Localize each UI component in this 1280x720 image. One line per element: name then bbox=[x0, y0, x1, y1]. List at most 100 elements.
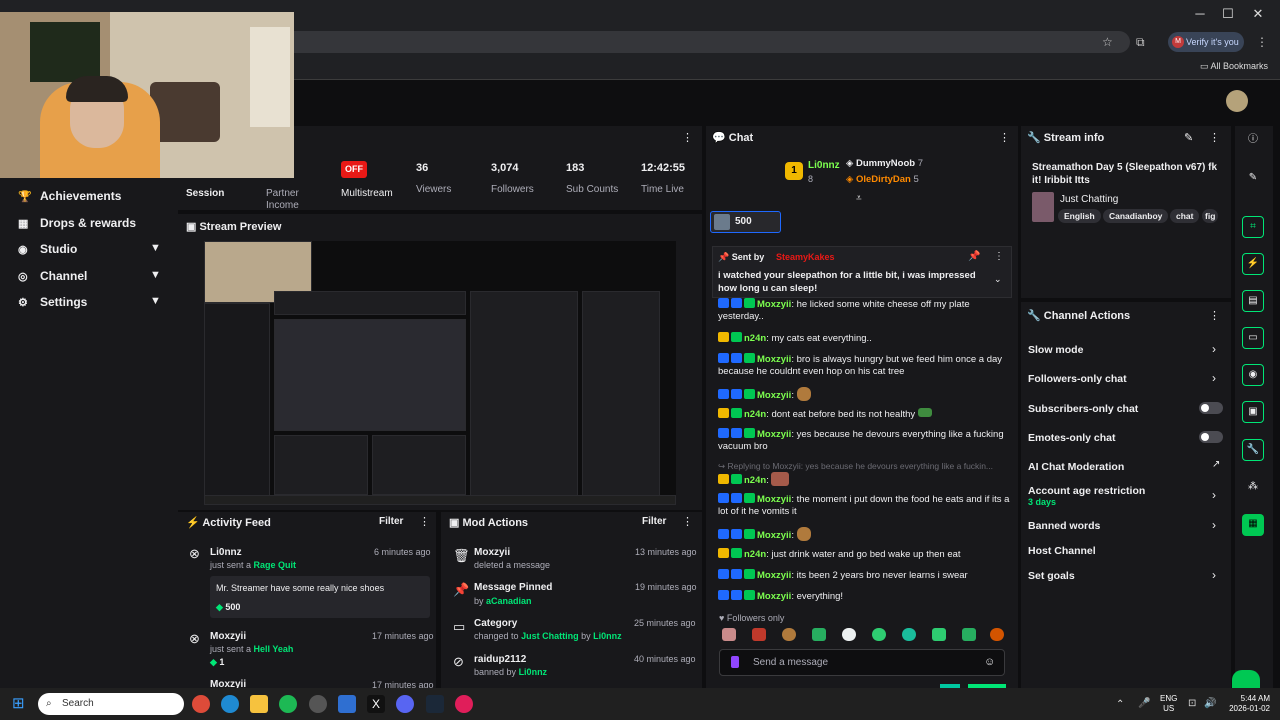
ai-chat-moderation-action[interactable]: AI Chat Moderation bbox=[1028, 461, 1124, 473]
emote-icon[interactable] bbox=[902, 628, 916, 641]
emote-icon[interactable] bbox=[872, 628, 886, 641]
steam-icon[interactable] bbox=[426, 695, 444, 713]
chat-message[interactable]: n24n: just drink water and go bed wake u… bbox=[718, 548, 1013, 561]
emote-icon[interactable] bbox=[842, 628, 856, 641]
banned-words-action[interactable]: Banned words bbox=[1028, 520, 1100, 532]
chat-bubble-icon[interactable]: ▭ bbox=[1242, 327, 1264, 349]
assistant-icon[interactable] bbox=[1232, 670, 1260, 690]
more-options-icon[interactable]: ⋮ bbox=[1209, 131, 1220, 144]
taskbar-search[interactable]: ⌕ Search bbox=[38, 693, 184, 715]
bits-icon[interactable] bbox=[731, 656, 739, 668]
bolt-icon[interactable]: ⚡ bbox=[1242, 253, 1264, 275]
chat-message[interactable]: n24n: my cats eat everything.. bbox=[718, 332, 1013, 345]
chevron-down-icon[interactable]: ▼ bbox=[150, 269, 161, 281]
chat-username[interactable]: n24n bbox=[744, 333, 766, 344]
sidebar-item-drops[interactable]: ▦ Drops & rewards bbox=[18, 214, 136, 232]
chat-username[interactable]: Moxzyii bbox=[757, 354, 791, 365]
broadcast-icon[interactable]: ◉ bbox=[1242, 364, 1264, 386]
chat-username[interactable]: Moxzyii bbox=[757, 530, 791, 541]
leaderboard-first-name[interactable]: Li0nnz bbox=[808, 160, 840, 171]
activity-user[interactable]: Moxzyii bbox=[210, 631, 246, 642]
tag-fig[interactable]: fig bbox=[1202, 209, 1219, 223]
emote-icon[interactable] bbox=[782, 628, 796, 641]
pinned-user[interactable]: SteamyKakes bbox=[776, 252, 835, 262]
obs-icon[interactable] bbox=[309, 695, 327, 713]
windows-start-icon[interactable]: ⊞ bbox=[12, 696, 30, 712]
chat-message[interactable]: Moxzyii: bbox=[718, 387, 1013, 402]
stream-preview-video[interactable] bbox=[204, 241, 676, 505]
wrench-icon[interactable]: 🔧 bbox=[1242, 439, 1264, 461]
chevron-down-icon[interactable]: ⌄ bbox=[994, 274, 1002, 285]
edit-icon[interactable]: ✎ bbox=[1242, 168, 1264, 190]
chevron-right-icon[interactable]: › bbox=[1212, 342, 1216, 356]
emote-icon[interactable] bbox=[812, 628, 826, 641]
x-icon[interactable]: X bbox=[367, 695, 385, 713]
chat-message[interactable]: Moxzyii: yes because he devours everythi… bbox=[718, 428, 1013, 453]
activity-filter-button[interactable]: Filter bbox=[379, 516, 403, 527]
browser-menu-icon[interactable]: ⋮ bbox=[1256, 35, 1268, 49]
chat-message[interactable]: Moxzyii: bro is always hungry but we fee… bbox=[718, 353, 1013, 378]
chevron-down-icon[interactable]: ▼ bbox=[150, 295, 161, 307]
leaderboard-third-name[interactable]: OleDirtyDan bbox=[856, 174, 911, 185]
sidebar-item-achievements[interactable]: 🏆 Achievements bbox=[18, 187, 121, 205]
address-bar[interactable] bbox=[210, 31, 1130, 53]
chevron-right-icon[interactable]: › bbox=[1212, 568, 1216, 582]
more-options-icon[interactable]: ⋮ bbox=[999, 131, 1010, 144]
clock[interactable]: 5:44 AM 2026-01-02 bbox=[1224, 694, 1270, 714]
volume-icon[interactable]: 🔊 bbox=[1204, 698, 1216, 709]
subscribers-only-toggle[interactable] bbox=[1199, 402, 1223, 414]
chat-message[interactable]: n24n: dont eat before bed its not health… bbox=[718, 408, 1013, 421]
chat-message[interactable]: Moxzyii: its been 2 years bro never lear… bbox=[718, 569, 1013, 582]
extensions-icon[interactable]: ⧉ bbox=[1136, 35, 1145, 50]
more-options-icon[interactable]: ⋮ bbox=[682, 515, 693, 528]
add-action-icon[interactable]: ▦ bbox=[1242, 514, 1264, 536]
chat-username[interactable]: n24n bbox=[744, 409, 766, 420]
more-options-icon[interactable]: ⋮ bbox=[682, 131, 693, 144]
more-options-icon[interactable]: ⋮ bbox=[994, 251, 1004, 262]
document-icon[interactable]: ▤ bbox=[1242, 290, 1264, 312]
ad-icon[interactable]: ▣ bbox=[1242, 401, 1264, 423]
mod-action-title[interactable]: Moxzyii bbox=[474, 547, 510, 558]
chevron-right-icon[interactable]: › bbox=[1212, 518, 1216, 532]
expand-leaderboard-icon[interactable]: ⩡ bbox=[856, 193, 862, 204]
verify-button[interactable]: M Verify it's you bbox=[1168, 32, 1244, 52]
tray-chevron-icon[interactable]: ⌃ bbox=[1116, 699, 1124, 710]
chat-username[interactable]: Moxzyii bbox=[757, 390, 791, 401]
microphone-icon[interactable]: 🎤 bbox=[1138, 698, 1150, 709]
edit-icon[interactable]: ✎ bbox=[1184, 131, 1193, 144]
host-channel-action[interactable]: Host Channel bbox=[1028, 545, 1096, 557]
external-link-icon[interactable]: ↗ bbox=[1212, 459, 1220, 470]
sidebar-item-studio[interactable]: ◉ Studio bbox=[18, 240, 77, 258]
app-icon[interactable] bbox=[455, 695, 473, 713]
mod-filter-button[interactable]: Filter bbox=[642, 516, 666, 527]
file-explorer-icon[interactable] bbox=[250, 695, 268, 713]
calculator-icon[interactable] bbox=[338, 695, 356, 713]
activity-user[interactable]: Li0nnz bbox=[210, 547, 242, 558]
chat-message[interactable]: n24n: bbox=[718, 472, 1013, 487]
chat-username[interactable]: Moxzyii bbox=[757, 591, 791, 602]
chat-username[interactable]: Moxzyii bbox=[757, 570, 791, 581]
maximize-icon[interactable]: ☐ bbox=[1218, 6, 1238, 22]
chevron-right-icon[interactable]: › bbox=[1212, 371, 1216, 385]
chat-username[interactable]: n24n bbox=[744, 475, 766, 486]
more-options-icon[interactable]: ⋮ bbox=[419, 515, 430, 528]
mod-action-title[interactable]: Category bbox=[474, 618, 517, 629]
slow-mode-action[interactable]: Slow mode bbox=[1028, 344, 1083, 356]
chat-username[interactable]: Moxzyii bbox=[757, 299, 791, 310]
emote-icon[interactable] bbox=[962, 628, 976, 641]
set-goals-action[interactable]: Set goals bbox=[1028, 570, 1075, 582]
chat-message[interactable]: Moxzyii: everything! bbox=[718, 590, 1013, 603]
followers-only-action[interactable]: Followers-only chat bbox=[1028, 373, 1127, 385]
sidebar-item-settings[interactable]: ⚙ Settings bbox=[18, 293, 87, 311]
bookmark-star-icon[interactable]: ☆ bbox=[1102, 35, 1113, 49]
mod-action-title[interactable]: raidup2112 bbox=[474, 654, 526, 665]
share-icon[interactable]: ⁂ bbox=[1242, 477, 1264, 499]
unpin-icon[interactable]: 📌 bbox=[968, 251, 980, 262]
tag-english[interactable]: English bbox=[1058, 209, 1101, 223]
stream-category[interactable]: Just Chatting bbox=[1060, 194, 1118, 205]
account-age-action[interactable]: Account age restriction bbox=[1028, 485, 1145, 497]
chat-username[interactable]: n24n bbox=[744, 549, 766, 560]
discord-icon[interactable] bbox=[396, 695, 414, 713]
chat-message[interactable]: Moxzyii: bbox=[718, 527, 1013, 542]
clip-icon[interactable]: ⌗ bbox=[1242, 216, 1264, 238]
